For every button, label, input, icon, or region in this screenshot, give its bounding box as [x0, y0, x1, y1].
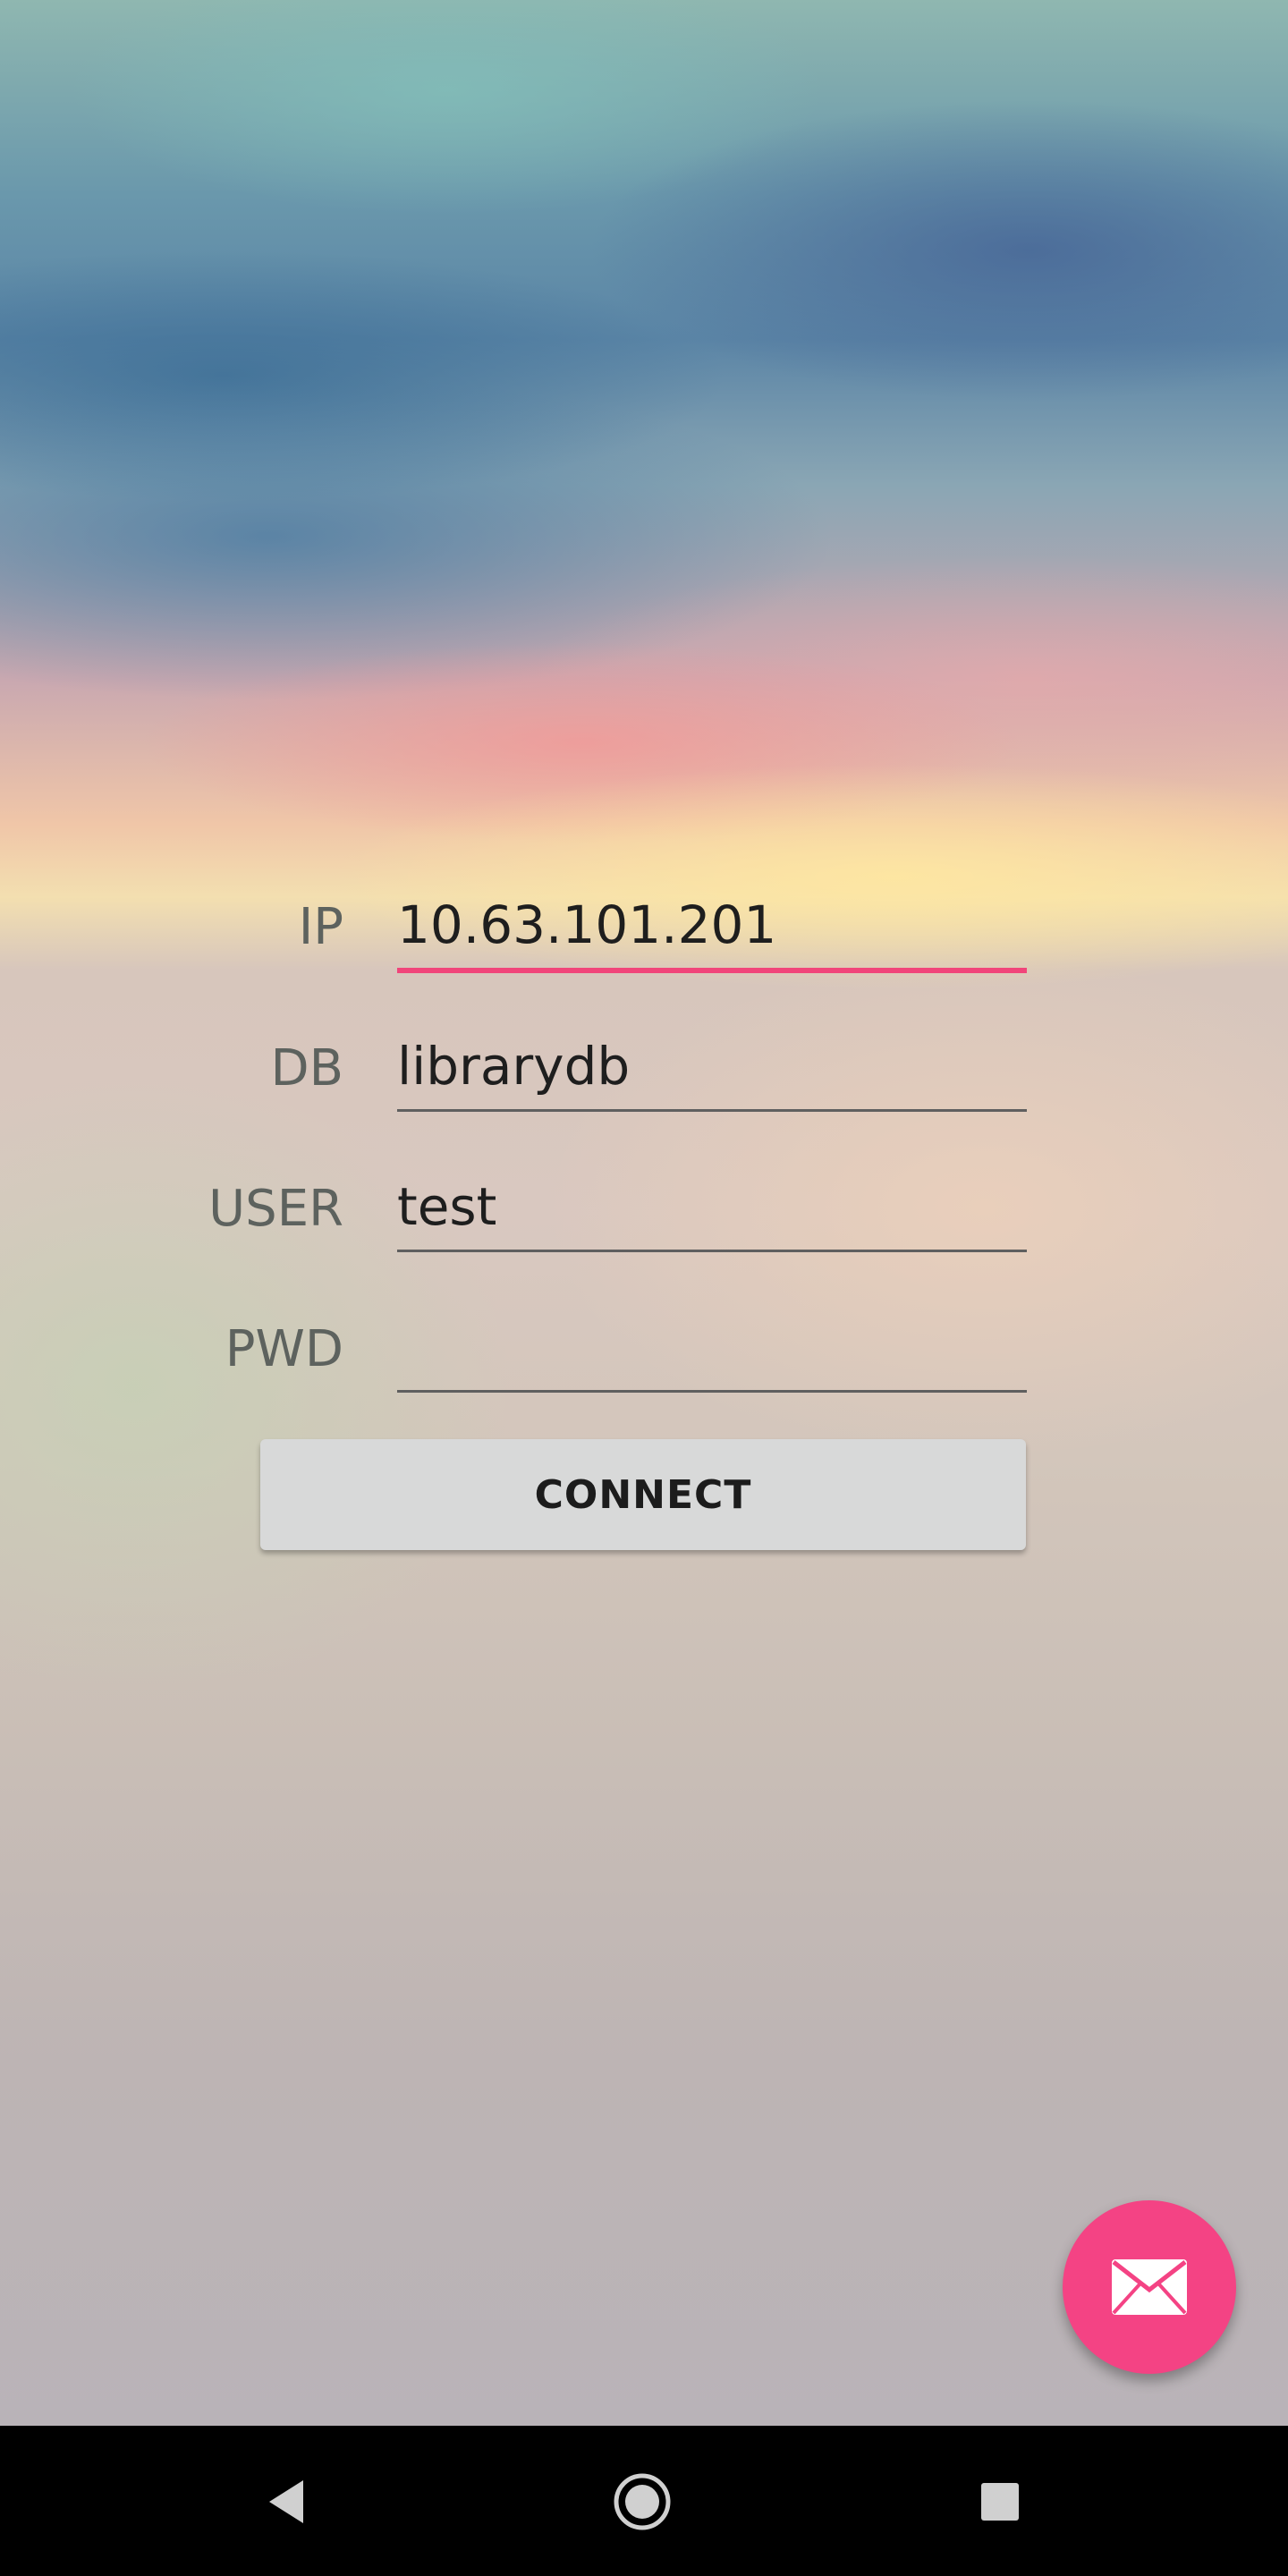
- pwd-input[interactable]: [397, 1313, 1014, 1381]
- ip-field-underline: [397, 886, 1027, 973]
- user-input[interactable]: [397, 1173, 1014, 1241]
- recents-square-icon: [981, 2483, 1019, 2521]
- user-label: USER: [208, 1180, 343, 1238]
- mail-fab-button[interactable]: [1063, 2200, 1236, 2374]
- home-circle-icon: [614, 2473, 671, 2530]
- nav-recents-button[interactable]: [960, 2462, 1040, 2542]
- db-label: DB: [270, 1039, 343, 1097]
- db-input[interactable]: [397, 1032, 1014, 1100]
- pwd-label: PWD: [225, 1320, 343, 1378]
- db-row: DB: [215, 1011, 1027, 1118]
- db-field-underline: [397, 1027, 1027, 1112]
- system-navigation-bar: [0, 2426, 1288, 2576]
- pwd-row: PWD: [215, 1292, 1027, 1399]
- nav-home-button[interactable]: [602, 2462, 682, 2542]
- mail-icon: [1112, 2259, 1187, 2315]
- nav-back-button[interactable]: [246, 2462, 326, 2542]
- ip-input[interactable]: [397, 891, 1014, 959]
- connect-button[interactable]: CONNECT: [260, 1439, 1026, 1550]
- ip-row: IP: [215, 869, 1027, 977]
- ip-label: IP: [298, 898, 343, 956]
- app-screen: IP DB USER PWD CONNECT: [0, 0, 1288, 2576]
- user-field-underline: [397, 1167, 1027, 1252]
- user-row: USER: [208, 1151, 1027, 1258]
- back-triangle-icon: [269, 2480, 303, 2523]
- pwd-field-underline: [397, 1308, 1027, 1393]
